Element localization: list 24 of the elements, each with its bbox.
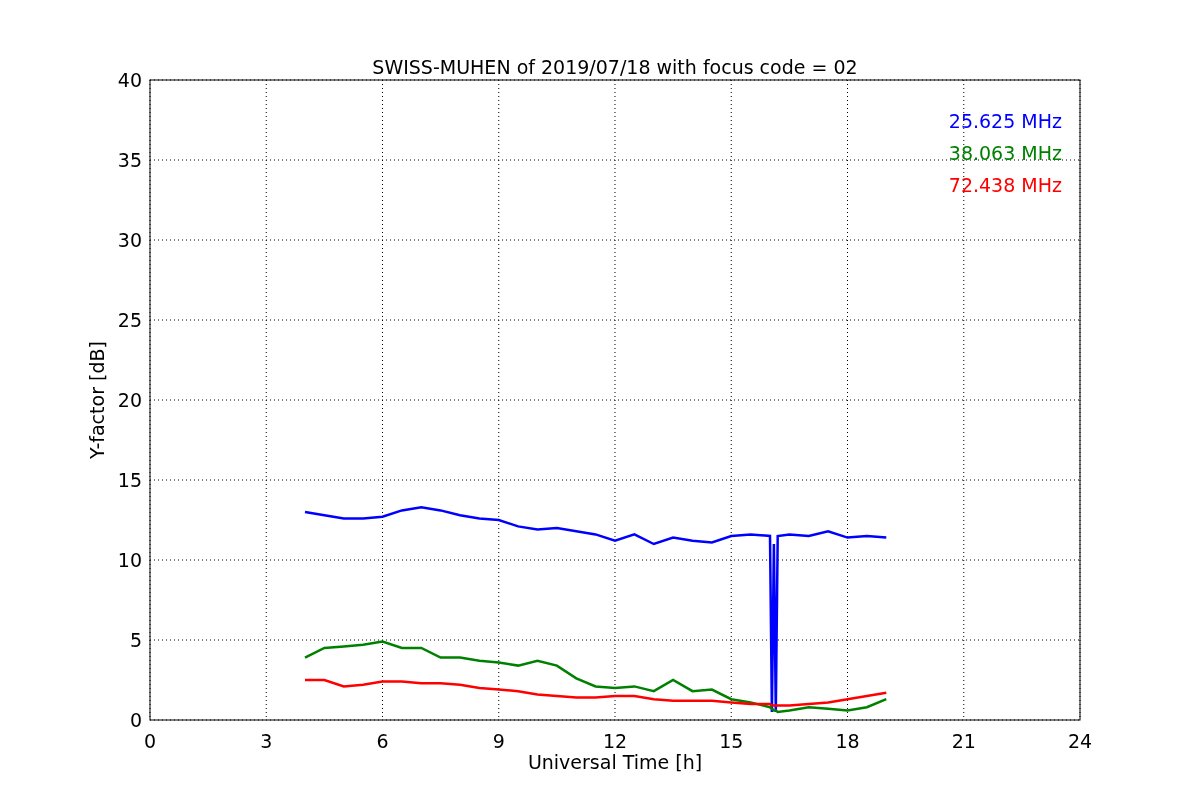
y-axis-label: Y-factor [dB] — [86, 341, 108, 459]
y-tick-label: 40 — [117, 69, 142, 91]
x-tick-label: 9 — [492, 730, 505, 752]
x-tick-label: 15 — [719, 730, 744, 752]
y-tick-label: 25 — [117, 309, 142, 331]
y-tick-label: 10 — [117, 549, 142, 571]
y-tick-label: 0 — [129, 709, 142, 731]
legend-label: 38.063 MHz — [948, 142, 1062, 164]
y-tick-label: 35 — [117, 149, 142, 171]
y-tick-label: 20 — [117, 389, 142, 411]
legend-label: 72.438 MHz — [948, 174, 1062, 196]
x-tick-label: 0 — [143, 730, 157, 752]
x-tick-label: 3 — [260, 730, 273, 752]
y-tick-label: 5 — [129, 629, 142, 651]
x-axis-label: Universal Time [h] — [527, 751, 703, 773]
chart-title: SWISS-MUHEN of 2019/07/18 with focus code = 02 — [372, 56, 858, 78]
y-tick-label: 30 — [117, 229, 142, 251]
legend-label: 25.625 MHz — [948, 110, 1062, 132]
x-tick-label: 24 — [1067, 730, 1093, 752]
y-tick-label: 15 — [117, 469, 142, 491]
x-tick-label: 6 — [376, 730, 389, 752]
x-tick-label: 18 — [835, 730, 860, 752]
x-tick-label: 21 — [951, 730, 976, 752]
x-tick-label: 12 — [602, 730, 628, 752]
